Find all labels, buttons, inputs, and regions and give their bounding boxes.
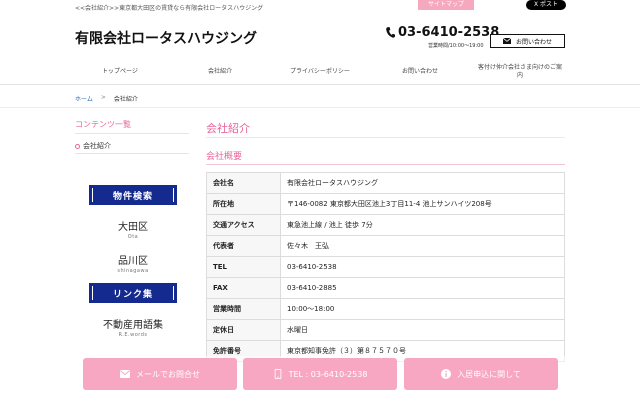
mail-contact-label: メールでお問合せ (136, 369, 200, 379)
mail-contact-button[interactable]: メールでお問合せ (83, 358, 237, 390)
area-link-shinagawa[interactable]: 品川区 shinagawa (89, 252, 177, 274)
nav-item-broker-guide[interactable]: 客付け仲介会社さま向けのご案内 (470, 60, 570, 84)
info-icon (441, 369, 452, 379)
breadcrumb-current: 会社紹介 (113, 96, 138, 103)
breadcrumb-divider (0, 107, 640, 108)
area-romaji: Ota (127, 234, 139, 240)
row-value: 佐々木 王弘 (280, 235, 565, 257)
section-title-divider (206, 164, 565, 165)
row-value: 東急池上線 / 池上 徒歩 7分 (280, 214, 565, 236)
header-phone-number: 03-6410-2538 (398, 25, 500, 40)
table-row: 定休日 水曜日 (206, 319, 565, 341)
page-title: 会社紹介 (206, 122, 250, 135)
sidebar-item-label: 会社紹介 (83, 142, 111, 150)
section-title: 会社概要 (206, 152, 243, 162)
table-row: 交通アクセス 東急池上線 / 池上 徒歩 7分 (206, 214, 565, 236)
table-row: FAX 03-6410-2885 (206, 277, 565, 299)
sidebar-item-divider (75, 153, 189, 154)
page-title-divider (206, 137, 565, 138)
site-tagline: <<会社紹介>>東京都大田区の賃貸なら有限会社ロータスハウジング (75, 5, 264, 12)
move-in-application-button[interactable]: 入居申込に関して (404, 358, 558, 390)
link-romaji: R.E.words (118, 332, 148, 338)
row-key: 所在地 (206, 193, 281, 215)
area-romaji: shinagawa (117, 268, 149, 274)
table-row: 会社名 有限会社ロータスハウジング (206, 172, 565, 194)
row-value: 有限会社ロータスハウジング (280, 172, 565, 194)
x-post-button[interactable]: X ポスト (526, 0, 566, 10)
mail-icon (120, 370, 130, 378)
company-logo[interactable]: 有限会社ロータスハウジング (75, 28, 257, 48)
row-value: 水曜日 (280, 319, 565, 341)
sidebar-item-company[interactable]: 会社紹介 (75, 141, 111, 151)
area-name: 大田区 (118, 222, 148, 233)
nav-item-top[interactable]: トップページ (70, 60, 170, 84)
breadcrumb-home[interactable]: ホーム (75, 94, 93, 103)
property-search-banner: 物件検索 (89, 185, 177, 205)
nav-item-privacy[interactable]: プライバシーポリシー (270, 60, 370, 84)
nav-item-company[interactable]: 会社紹介 (170, 60, 270, 84)
breadcrumb-separator: > (100, 94, 106, 101)
phone-icon (386, 27, 395, 38)
table-row: 営業時間 10:00〜18:00 (206, 298, 565, 320)
business-hours: 営業時間/10:00〜19:00 (428, 43, 484, 49)
row-key: 営業時間 (206, 298, 281, 320)
global-nav: トップページ 会社紹介 プライバシーポリシー お問い合わせ 客付け仲介会社さま向… (70, 60, 570, 84)
breadcrumb: ホーム > 会社紹介 (75, 94, 138, 103)
table-row: 代表者 佐々木 王弘 (206, 235, 565, 257)
row-key: TEL (206, 256, 281, 278)
header-contact-label: お問い合わせ (515, 38, 552, 46)
row-value: 〒146-0082 東京都大田区池上3丁目11-4 池上サンハイツ208号 (280, 193, 565, 215)
header-contact-button[interactable]: お問い合わせ (490, 34, 565, 48)
links-banner: リンク集 (89, 283, 177, 303)
mail-icon (502, 38, 511, 44)
tel-button[interactable]: TEL : 03-6410-2538 (243, 358, 397, 390)
link-name: 不動産用語集 (103, 320, 163, 331)
row-key: 定休日 (206, 319, 281, 341)
row-value: 03-6410-2885 (280, 277, 565, 299)
circle-bullet-icon (75, 143, 80, 149)
move-in-application-label: 入居申込に関して (457, 369, 521, 379)
link-re-words[interactable]: 不動産用語集 R.E.words (89, 316, 177, 338)
table-row: TEL 03-6410-2538 (206, 256, 565, 278)
header-phone[interactable]: 03-6410-2538 (386, 25, 499, 40)
table-row: 所在地 〒146-0082 東京都大田区池上3丁目11-4 池上サンハイツ208号 (206, 193, 565, 215)
sidebar-title: コンテンツ一覧 (75, 120, 131, 129)
company-info-table: 会社名 有限会社ロータスハウジング 所在地 〒146-0082 東京都大田区池上3丁… (206, 172, 565, 362)
sidebar-title-divider (75, 133, 189, 134)
area-name: 品川区 (118, 256, 148, 267)
row-key: 代表者 (206, 235, 281, 257)
row-value: 10:00〜18:00 (280, 298, 565, 320)
smartphone-icon (274, 369, 281, 379)
row-key: 交通アクセス (206, 214, 281, 236)
nav-item-contact[interactable]: お問い合わせ (370, 60, 470, 84)
row-value: 03-6410-2538 (280, 256, 565, 278)
tel-label: TEL : 03-6410-2538 (288, 369, 368, 379)
nav-divider (0, 84, 640, 85)
row-key: 会社名 (206, 172, 281, 194)
sitemap-button[interactable]: サイトマップ (418, 0, 474, 10)
row-key: FAX (206, 277, 281, 299)
area-link-ota[interactable]: 大田区 Ota (89, 218, 177, 240)
